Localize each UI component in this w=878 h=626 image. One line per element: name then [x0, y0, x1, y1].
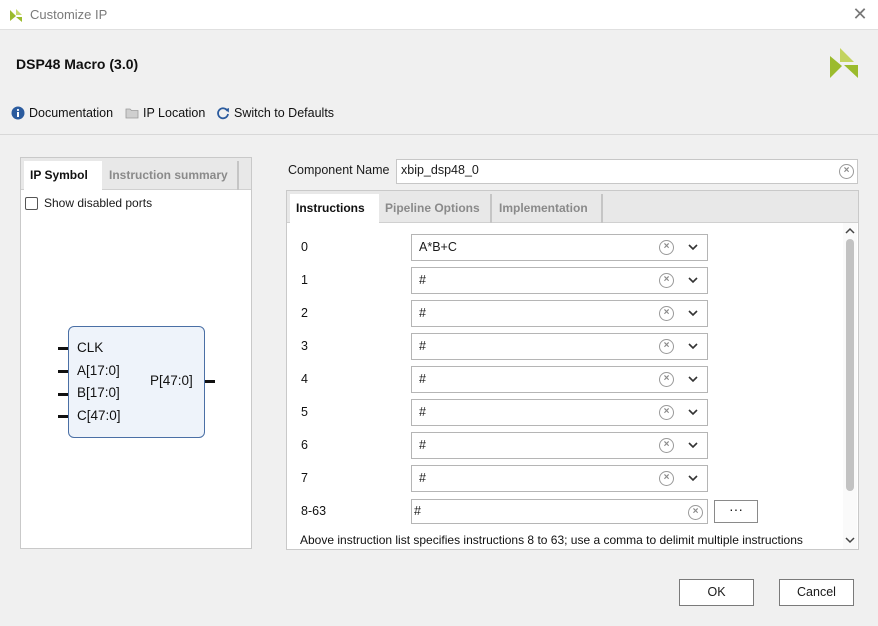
chevron-down-icon[interactable] — [687, 340, 699, 352]
page-title: DSP48 Macro (3.0) — [16, 56, 139, 72]
port-label: P[47:0] — [150, 373, 193, 388]
tab-pipeline-options[interactable]: Pipeline Options — [379, 194, 492, 223]
component-name-input[interactable]: xbip_dsp48_0 × — [396, 159, 858, 184]
clear-icon[interactable]: × — [659, 471, 674, 486]
window-title: Customize IP — [30, 7, 108, 22]
divider — [0, 134, 878, 135]
scrollbar-thumb[interactable] — [846, 239, 854, 491]
chevron-down-icon[interactable] — [687, 241, 699, 253]
ip-location-button[interactable]: IP Location — [125, 106, 205, 120]
clear-icon[interactable]: × — [659, 438, 674, 453]
tab-instruction-summary[interactable]: Instruction summary — [103, 161, 239, 190]
instruction-value: # — [419, 405, 426, 419]
browse-button[interactable]: ··· — [714, 500, 758, 523]
instruction-value: A*B+C — [419, 240, 457, 254]
instruction-select[interactable]: # × — [411, 399, 708, 426]
show-disabled-ports-row[interactable]: Show disabled ports — [25, 196, 152, 210]
left-tab-bar: IP Symbol Instruction summary — [21, 158, 251, 190]
chevron-down-icon[interactable] — [687, 307, 699, 319]
component-name-value: xbip_dsp48_0 — [401, 163, 479, 177]
pin-p — [205, 380, 215, 383]
instruction-note: Above instruction list specifies instruc… — [300, 533, 803, 547]
instruction-value: # — [419, 372, 426, 386]
port-label: C[47:0] — [77, 408, 121, 423]
instruction-label: 6 — [301, 438, 308, 452]
clear-icon[interactable]: × — [659, 240, 674, 255]
clear-icon[interactable]: × — [659, 372, 674, 387]
instruction-label: 4 — [301, 372, 308, 386]
instruction-select[interactable]: # × — [411, 465, 708, 492]
clear-icon[interactable]: × — [659, 405, 674, 420]
instruction-value: # — [419, 471, 426, 485]
close-icon[interactable]: ✕ — [850, 5, 870, 25]
tab-implementation[interactable]: Implementation — [493, 194, 603, 223]
instruction-label: 5 — [301, 405, 308, 419]
documentation-button[interactable]: Documentation — [11, 106, 113, 120]
clear-icon[interactable]: × — [839, 164, 854, 179]
configuration-panel: Instructions Pipeline Options Implementa… — [286, 190, 859, 550]
switch-defaults-label: Switch to Defaults — [234, 106, 335, 120]
xilinx-logo-icon — [830, 48, 858, 78]
clear-icon[interactable]: × — [659, 339, 674, 354]
instruction-label: 2 — [301, 306, 308, 320]
instruction-label: 3 — [301, 339, 308, 353]
instruction-select[interactable]: A*B+C × — [411, 234, 708, 261]
vivado-logo-icon — [10, 9, 22, 22]
ip-symbol-block: CLK A[17:0] B[17:0] C[47:0] P[47:0] — [68, 326, 205, 438]
folder-icon — [125, 108, 139, 119]
toolbar: Documentation IP Location Switch to Defa… — [0, 100, 878, 130]
chevron-down-icon[interactable] — [687, 274, 699, 286]
port-label: CLK — [77, 340, 104, 355]
instruction-select[interactable]: # × — [411, 300, 708, 327]
chevron-down-icon[interactable] — [687, 406, 699, 418]
scroll-up-icon[interactable] — [845, 226, 855, 236]
instruction-value: # — [419, 273, 426, 287]
instruction-select[interactable]: # × — [411, 432, 708, 459]
instruction-range-value: # — [414, 504, 421, 518]
ip-location-label: IP Location — [143, 106, 206, 120]
refresh-icon — [217, 107, 229, 120]
clear-icon[interactable]: × — [659, 306, 674, 321]
show-disabled-ports-checkbox[interactable] — [25, 196, 38, 210]
instruction-value: # — [419, 438, 426, 452]
config-tab-bar: Instructions Pipeline Options Implementa… — [287, 191, 858, 223]
info-icon — [11, 106, 25, 120]
instruction-label: 7 — [301, 471, 308, 485]
ip-symbol-panel: IP Symbol Instruction summary Show disab… — [20, 157, 252, 549]
chevron-down-icon[interactable] — [687, 439, 699, 451]
switch-defaults-button[interactable]: Switch to Defaults — [216, 106, 334, 120]
instruction-range-input[interactable]: # × — [411, 499, 708, 524]
chevron-down-icon[interactable] — [687, 472, 699, 484]
documentation-label: Documentation — [29, 106, 114, 120]
header: DSP48 Macro (3.0) — [0, 31, 878, 93]
cancel-button[interactable]: Cancel — [779, 579, 854, 606]
clear-icon[interactable]: × — [688, 505, 703, 520]
tab-ip-symbol[interactable]: IP Symbol — [24, 161, 102, 190]
title-bar: Customize IP ✕ — [0, 0, 878, 30]
scrollbar[interactable] — [843, 223, 857, 549]
port-label: A[17:0] — [77, 363, 120, 378]
clear-icon[interactable]: × — [659, 273, 674, 288]
instruction-value: # — [419, 306, 426, 320]
instruction-label: 0 — [301, 240, 308, 254]
chevron-down-icon[interactable] — [687, 373, 699, 385]
instruction-select[interactable]: # × — [411, 267, 708, 294]
scroll-down-icon[interactable] — [845, 535, 855, 545]
instruction-value: # — [419, 339, 426, 353]
instruction-select[interactable]: # × — [411, 333, 708, 360]
instruction-label: 8-63 — [301, 504, 327, 518]
ok-button[interactable]: OK — [679, 579, 754, 606]
tab-instructions[interactable]: Instructions — [290, 194, 379, 223]
port-label: B[17:0] — [77, 385, 120, 400]
component-name-label: Component Name — [288, 163, 390, 177]
show-disabled-ports-label: Show disabled ports — [44, 196, 153, 210]
instruction-select[interactable]: # × — [411, 366, 708, 393]
instruction-label: 1 — [301, 273, 308, 287]
